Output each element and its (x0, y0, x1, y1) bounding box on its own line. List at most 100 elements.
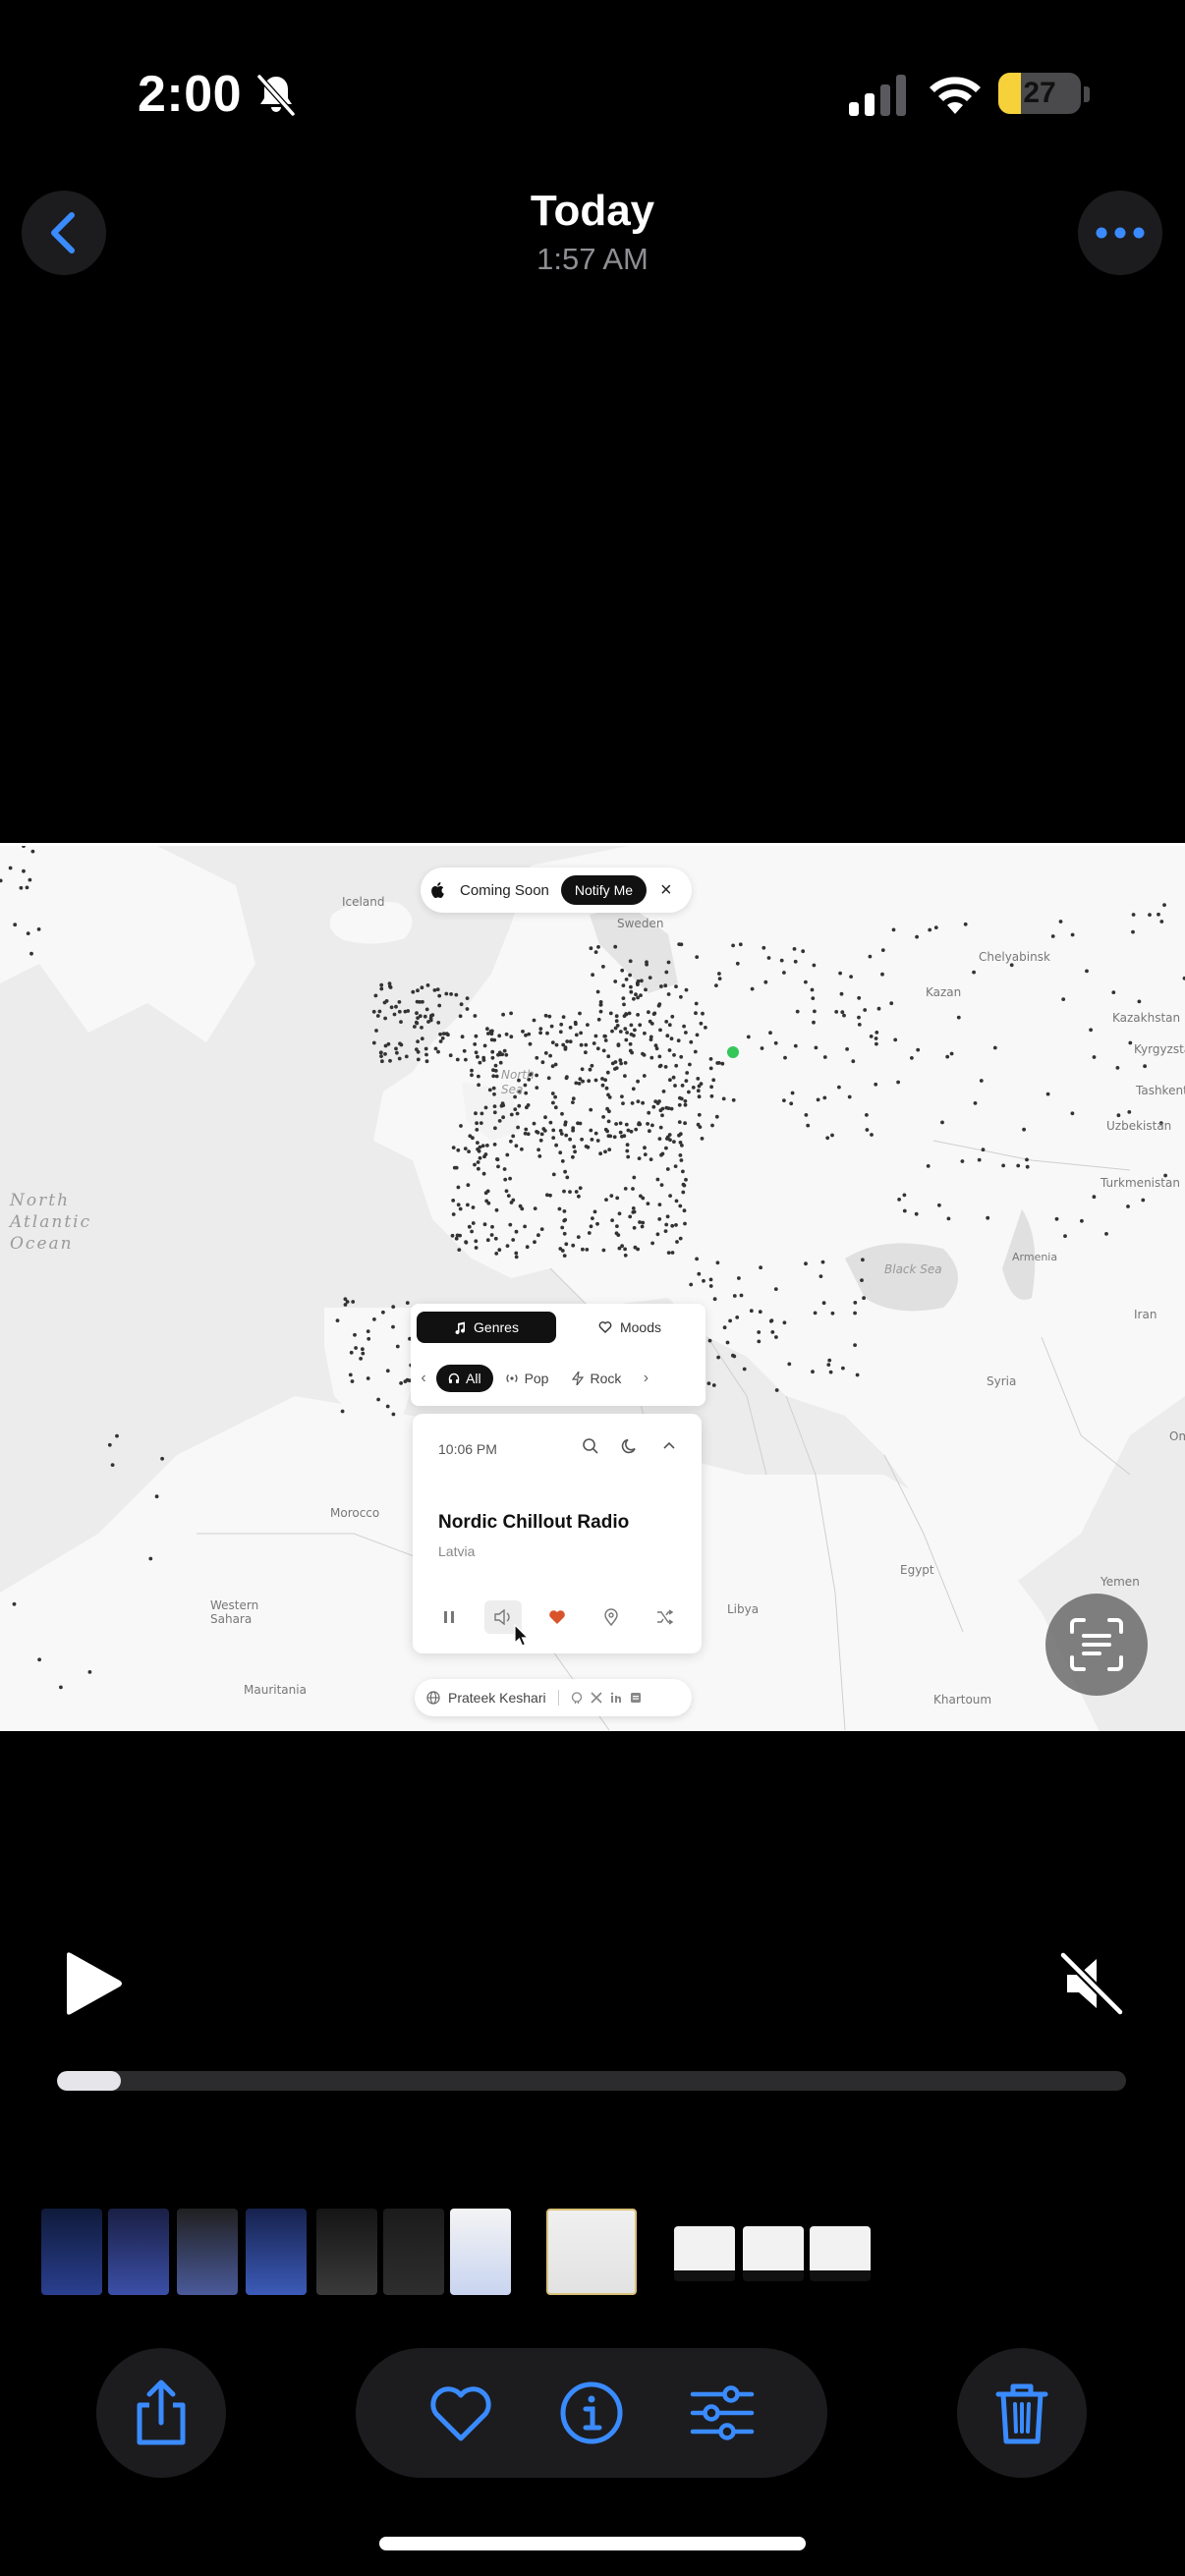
station-dot (485, 1027, 489, 1032)
status-time: 2:00 (138, 66, 243, 123)
station-dot (515, 1111, 520, 1116)
station-dot (750, 986, 755, 991)
banner-close-icon[interactable]: × (660, 879, 672, 902)
delete-button[interactable] (957, 2348, 1087, 2478)
thumbnail[interactable] (177, 2209, 238, 2295)
station-dot (533, 1206, 537, 1210)
station-dot (591, 973, 594, 978)
station-dot (779, 958, 784, 963)
adjust-button[interactable] (687, 2378, 758, 2448)
tab-genres[interactable]: Genres (417, 1312, 556, 1343)
station-dot (600, 1083, 605, 1088)
station-dot (1157, 912, 1160, 917)
station-dot (587, 1079, 592, 1084)
linkedin-icon[interactable] (610, 1692, 622, 1704)
station-dot (645, 960, 649, 965)
video-scrubber[interactable] (57, 2071, 1126, 2091)
home-indicator[interactable] (379, 2537, 806, 2550)
shuffle-button[interactable] (647, 1600, 684, 1634)
thumbnail[interactable] (810, 2226, 871, 2281)
station-dot (717, 972, 721, 976)
station-dot (463, 1147, 468, 1150)
speaker-muted-icon[interactable] (1057, 1949, 1126, 2018)
chip-next-icon[interactable]: › (633, 1370, 658, 1387)
station-dot (915, 934, 919, 939)
document-icon[interactable] (630, 1692, 642, 1704)
station-dot (700, 1137, 705, 1141)
station-dot (860, 1278, 864, 1282)
thumbnail[interactable] (246, 2209, 307, 2295)
station-dot (558, 1150, 563, 1155)
chip-all[interactable]: All (436, 1365, 493, 1392)
station-dot (629, 989, 634, 994)
chip-rock[interactable]: Rock (560, 1365, 633, 1392)
station-dot (979, 1079, 984, 1083)
station-dot (742, 1367, 747, 1372)
station-dot (714, 1114, 719, 1119)
station-dot (1061, 997, 1066, 1001)
thumbnail[interactable] (450, 2209, 511, 2295)
search-icon[interactable] (582, 1437, 599, 1455)
station-dot (973, 1101, 978, 1105)
station-dot (509, 1139, 513, 1144)
station-dot (482, 1043, 487, 1048)
station-dot (441, 1032, 446, 1036)
video-frame[interactable]: Iceland Sweden North Sea North Atlantic … (0, 843, 1185, 1731)
thumbnail[interactable] (316, 2209, 377, 2295)
favorite-button[interactable] (425, 2378, 496, 2448)
station-dot (348, 1372, 353, 1377)
station-dot (12, 1601, 17, 1606)
x-logo-icon[interactable] (591, 1692, 602, 1704)
station-dot (581, 1247, 585, 1252)
live-text-button[interactable] (1045, 1594, 1148, 1696)
thumbnail-selected[interactable] (546, 2209, 637, 2295)
tab-moods[interactable]: Moods (560, 1312, 700, 1343)
station-dot (476, 1054, 480, 1059)
share-button[interactable] (96, 2348, 226, 2478)
station-dot (496, 1164, 500, 1169)
station-dot (674, 984, 678, 988)
station-dot (782, 1098, 786, 1102)
station-dot (914, 1211, 919, 1216)
play-icon[interactable] (59, 1949, 128, 2018)
station-dot (551, 1172, 556, 1177)
chevron-up-icon[interactable] (660, 1437, 678, 1455)
station-dot (464, 1057, 468, 1062)
location-button[interactable] (592, 1600, 630, 1634)
notify-me-button[interactable]: Notify Me (560, 875, 648, 905)
thumbnail[interactable] (743, 2226, 804, 2281)
station-dot (774, 1335, 778, 1339)
station-dot (649, 1157, 653, 1161)
github-icon[interactable] (571, 1692, 583, 1704)
station-dot (605, 1106, 609, 1111)
favorite-station-button[interactable] (538, 1600, 576, 1634)
station-dot (416, 1039, 420, 1043)
thumbnail[interactable] (383, 2209, 444, 2295)
station-dot (810, 987, 815, 992)
thumbnail[interactable] (108, 2209, 169, 2295)
chip-all-label: All (466, 1371, 481, 1386)
pause-button[interactable] (430, 1600, 468, 1634)
station-dot (551, 1100, 555, 1105)
more-button[interactable] (1078, 191, 1162, 275)
station-dot (610, 1029, 614, 1034)
station-dot (397, 1009, 402, 1014)
station-dot (593, 1131, 598, 1136)
station-dot (697, 1271, 702, 1276)
station-dot (349, 1350, 354, 1355)
station-dot (847, 1094, 852, 1099)
station-dot (687, 1090, 691, 1094)
chip-prev-icon[interactable]: ‹ (411, 1370, 436, 1387)
thumbnail[interactable] (674, 2226, 735, 2281)
station-dot (25, 885, 29, 890)
thumbnail[interactable] (41, 2209, 102, 2295)
chip-pop[interactable]: Pop (493, 1365, 561, 1392)
station-dot (682, 1208, 687, 1213)
station-dot (839, 991, 844, 996)
station-dot (746, 1035, 751, 1039)
station-dot (782, 1320, 787, 1325)
info-button[interactable] (556, 2378, 627, 2448)
map-pin-icon (604, 1608, 618, 1626)
station-dot (568, 1137, 572, 1142)
moon-icon[interactable] (621, 1437, 639, 1455)
